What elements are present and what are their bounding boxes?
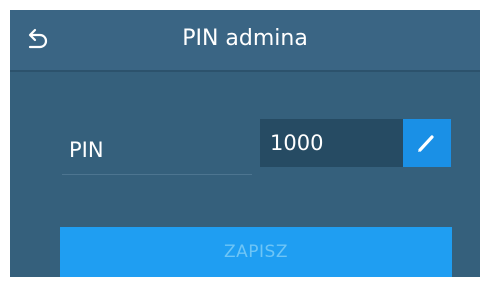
screen-panel: PIN admina PIN 1000 ZAPISZ	[10, 10, 480, 277]
edit-pin-button[interactable]	[403, 119, 451, 167]
pin-label-divider	[62, 174, 252, 175]
page-title: PIN admina	[182, 26, 308, 51]
save-button-label: ZAPISZ	[224, 242, 288, 262]
pin-field[interactable]: 1000	[260, 119, 403, 167]
pencil-icon	[418, 135, 434, 152]
header-bar: PIN admina	[10, 10, 480, 70]
save-button[interactable]: ZAPISZ	[60, 227, 452, 277]
pin-value: 1000	[270, 131, 324, 155]
pin-label: PIN	[69, 138, 104, 162]
